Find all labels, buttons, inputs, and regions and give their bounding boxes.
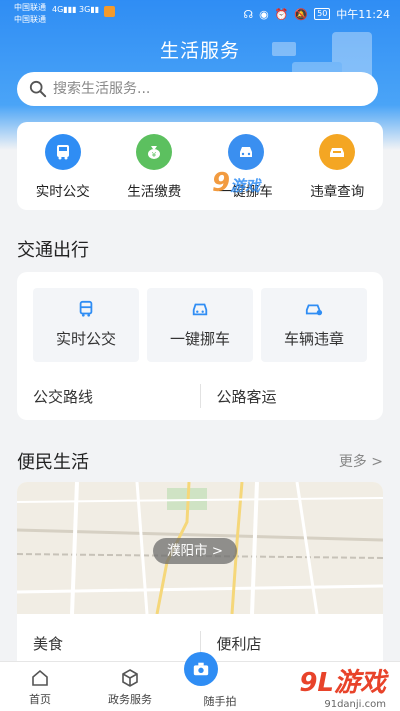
status-bar: 中国联通 中国联通 4G▮▮▮ 3G▮▮ ☊ ◉ ⏰ 🔕 50 中午11:24 — [0, 0, 400, 26]
traffic-tiles: 实时公交 一键挪车 车辆违章 — [33, 288, 367, 362]
battery-indicator: 50 — [314, 8, 331, 20]
eye-icon: ◉ — [259, 7, 269, 21]
search-icon — [29, 80, 47, 98]
page-title: 生活服务 — [159, 40, 240, 62]
network-type-2: 3G — [79, 5, 91, 14]
link-bus-routes[interactable]: 公交路线 — [17, 386, 200, 407]
signal-indicator: 4G▮▮▮ 3G▮▮ — [52, 5, 100, 14]
quick-item-payment[interactable]: ¥ 生活缴费 — [109, 122, 201, 210]
search-input[interactable] — [53, 81, 353, 97]
link-convenience-store[interactable]: 便利店 — [201, 633, 384, 654]
watermark-text: 游戏 — [230, 177, 261, 195]
tile-violation[interactable]: 车辆违章 — [261, 288, 367, 362]
tab-home[interactable]: 首页 — [0, 662, 80, 711]
camera-icon[interactable] — [184, 652, 218, 686]
quick-services: 实时公交 ¥ 生活缴费 一键挪车 违章查询 — [17, 122, 383, 210]
quick-item-label: 违章查询 — [310, 184, 365, 200]
bus-icon — [79, 300, 93, 317]
search-bar[interactable] — [17, 72, 378, 106]
svg-text:¥: ¥ — [152, 151, 157, 159]
section-title-life: 便民生活 — [17, 452, 89, 473]
quick-item-bus[interactable]: 实时公交 — [17, 122, 109, 210]
car-alert-icon — [319, 134, 356, 170]
carrier-1: 中国联通 — [14, 3, 46, 12]
link-highway-transport[interactable]: 公路客运 — [201, 386, 384, 407]
car-front-icon — [192, 303, 208, 316]
traffic-card: 实时公交 一键挪车 车辆违章 公交路线 公路客运 — [17, 272, 383, 420]
tab-label: 随手拍 — [203, 695, 237, 708]
headphone-icon: ☊ — [243, 7, 254, 21]
car-alert-icon — [305, 304, 323, 316]
money-bag-icon: ¥ — [136, 134, 173, 170]
tab-government[interactable]: 政务服务 — [90, 662, 170, 711]
bus-icon — [44, 134, 81, 170]
status-right: ☊ ◉ ⏰ 🔕 50 中午11:24 — [243, 6, 390, 22]
watermark-91: 9游戏 — [212, 168, 260, 198]
mute-icon: 🔕 — [294, 7, 309, 21]
home-icon — [32, 669, 48, 686]
alarm-icon: ⏰ — [274, 7, 289, 21]
link-food[interactable]: 美食 — [17, 633, 200, 654]
carrier-2: 中国联通 — [14, 15, 46, 24]
section-title-traffic: 交通出行 — [17, 240, 89, 261]
more-link[interactable]: 更多 > — [339, 451, 383, 471]
watermark-number: 9 — [212, 168, 231, 198]
notification-app-icon — [104, 6, 115, 17]
tile-bus[interactable]: 实时公交 — [33, 288, 139, 362]
clock: 中午11:24 — [336, 8, 390, 21]
tile-label: 一键挪车 — [169, 330, 230, 348]
quick-item-label: 实时公交 — [35, 184, 90, 200]
watermark-brand: 9L游戏 — [299, 668, 386, 698]
car-front-icon — [227, 134, 264, 170]
cube-icon — [122, 669, 138, 687]
tab-label: 政务服务 — [108, 693, 152, 706]
tile-label: 车辆违章 — [283, 330, 344, 348]
city-selector[interactable]: 濮阳市 > — [153, 538, 238, 564]
tile-move-car[interactable]: 一键挪车 — [147, 288, 253, 362]
watermark-url: 91danji.com — [324, 699, 386, 710]
city-map[interactable]: 濮阳市 > — [17, 482, 383, 615]
tab-label: 首页 — [29, 693, 51, 706]
network-type-1: 4G — [52, 5, 64, 14]
quick-item-label: 生活缴费 — [127, 184, 182, 200]
tile-label: 实时公交 — [55, 330, 116, 348]
watermark-logo: 9L游戏 91danji.com — [299, 662, 386, 710]
quick-item-violation[interactable]: 违章查询 — [292, 122, 384, 210]
traffic-links: 公交路线 公路客运 — [17, 378, 383, 414]
